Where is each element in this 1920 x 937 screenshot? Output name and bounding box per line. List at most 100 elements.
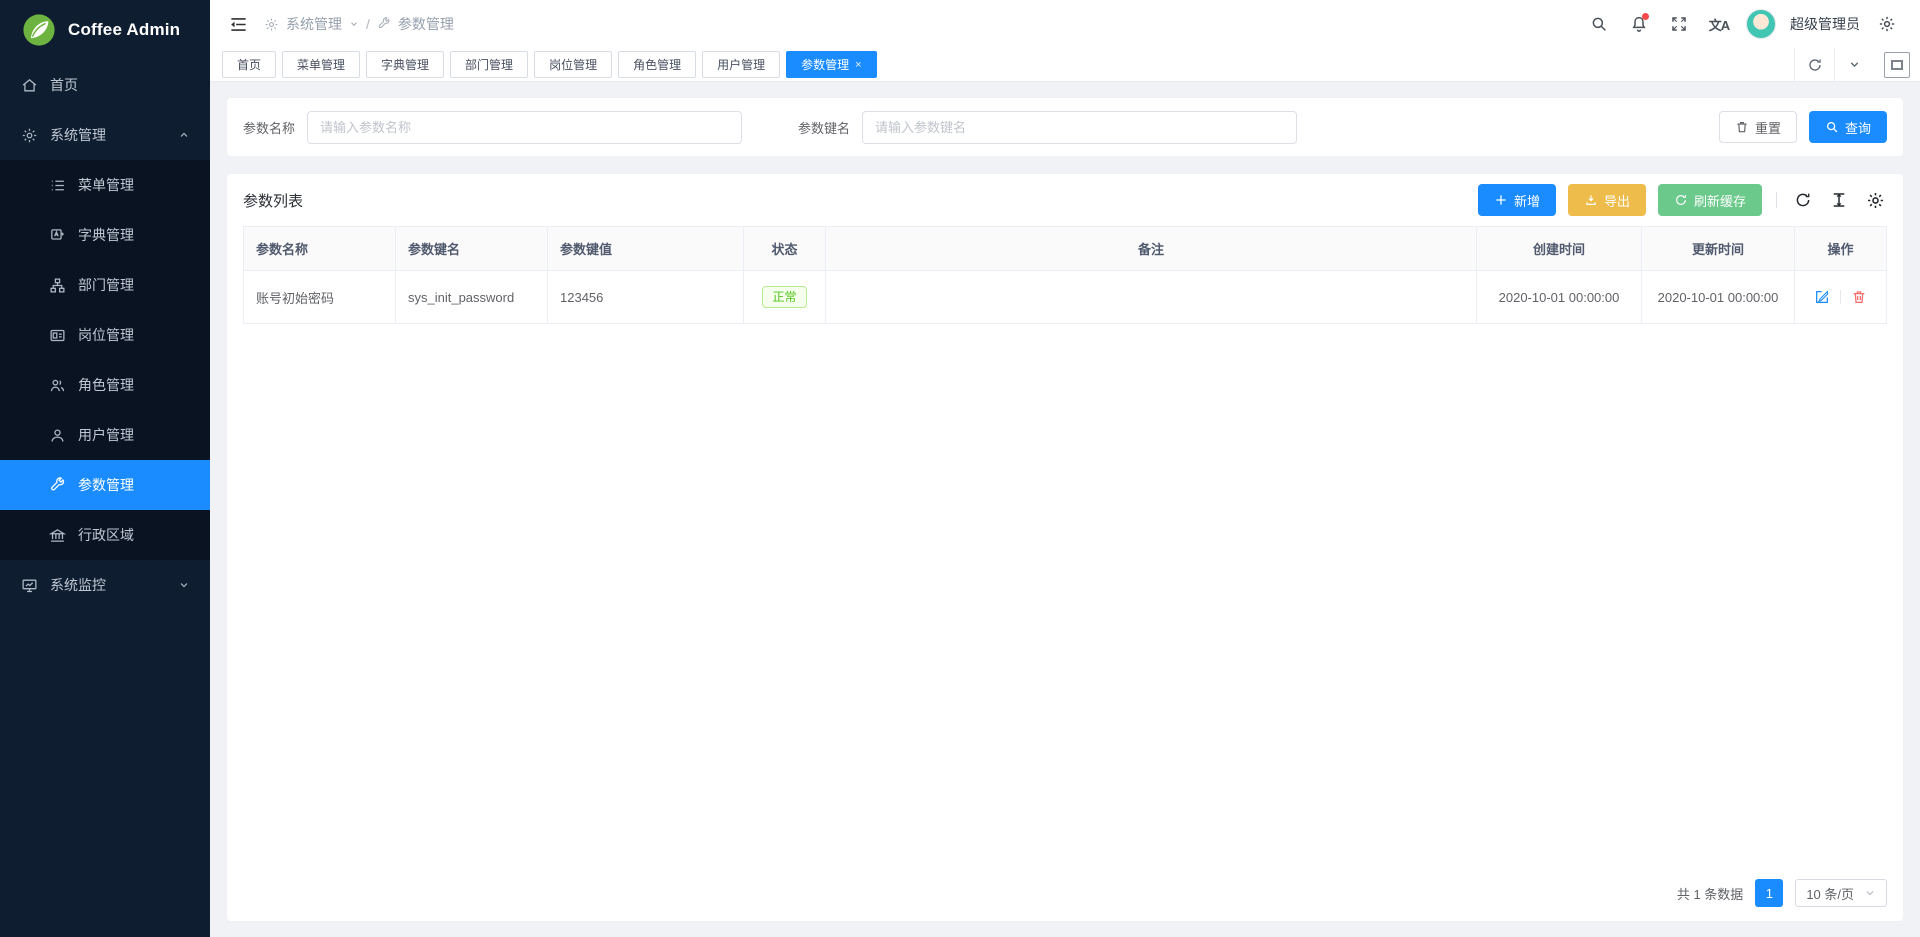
- column-settings-gear-icon[interactable]: [1863, 188, 1887, 212]
- sidebar: Coffee Admin 首页 系统管理: [0, 0, 210, 937]
- sidebar-item-menu-management[interactable]: 菜单管理: [0, 160, 210, 210]
- org-tree-icon: [48, 276, 66, 294]
- card-title: 参数列表: [243, 190, 303, 211]
- edit-icon[interactable]: [1814, 289, 1830, 305]
- gear-icon[interactable]: [1870, 7, 1904, 41]
- close-icon[interactable]: ×: [855, 59, 861, 71]
- query-button[interactable]: 查询: [1809, 111, 1887, 143]
- export-label: 导出: [1604, 191, 1630, 210]
- sidebar-item-user-management[interactable]: 用户管理: [0, 410, 210, 460]
- param-name-field: 参数名称: [243, 111, 742, 144]
- gear-icon: [264, 17, 279, 32]
- query-label: 查询: [1845, 118, 1871, 137]
- translate-icon[interactable]: 文A: [1702, 7, 1736, 41]
- sidebar-item-label: 角色管理: [78, 375, 134, 395]
- sidebar-item-admin-region[interactable]: 行政区域: [0, 510, 210, 560]
- id-card-icon: [48, 326, 66, 344]
- search-actions: 重置 查询: [1719, 111, 1887, 143]
- maximize-content-icon[interactable]: [1884, 52, 1910, 78]
- sidebar-item-label: 岗位管理: [78, 325, 134, 345]
- tab-menu-management[interactable]: 菜单管理: [282, 51, 360, 78]
- refresh-cache-button[interactable]: 刷新缓存: [1658, 184, 1762, 216]
- param-key-field: 参数键名: [798, 111, 1297, 144]
- tab-home[interactable]: 首页: [222, 51, 276, 78]
- refresh-tab-icon[interactable]: [1794, 48, 1834, 81]
- chevron-up-icon: [178, 129, 190, 141]
- gear-icon: [20, 126, 38, 144]
- wrench-icon: [48, 476, 66, 494]
- pagination: 共 1 条数据 1 10 条/页: [1677, 879, 1887, 907]
- tab-label: 字典管理: [381, 56, 429, 73]
- sidebar-item-param-management[interactable]: 参数管理: [0, 460, 210, 510]
- sidebar-item-system-monitor[interactable]: 系统监控: [0, 560, 210, 610]
- col-header-update-time: 更新时间: [1642, 227, 1795, 271]
- export-button[interactable]: 导出: [1568, 184, 1646, 216]
- tab-user-management[interactable]: 用户管理: [702, 51, 780, 78]
- param-key-input[interactable]: [862, 111, 1297, 144]
- reset-button[interactable]: 重置: [1719, 111, 1797, 143]
- cell-actions: [1795, 271, 1887, 324]
- app-logo[interactable]: Coffee Admin: [0, 0, 210, 60]
- refresh-table-icon[interactable]: [1791, 188, 1815, 212]
- sidebar-item-system-management[interactable]: 系统管理: [0, 110, 210, 160]
- sidebar-item-dict-management[interactable]: 字典管理: [0, 210, 210, 260]
- sidebar-item-dept-management[interactable]: 部门管理: [0, 260, 210, 310]
- dictionary-icon: [48, 226, 66, 244]
- collapse-sidebar-icon[interactable]: [222, 8, 254, 40]
- menu-list-icon: [48, 176, 66, 194]
- chevron-down-icon: [178, 579, 190, 591]
- tab-dept-management[interactable]: 部门管理: [450, 51, 528, 78]
- col-header-param-key: 参数键名: [396, 227, 548, 271]
- col-header-param-value: 参数键值: [548, 227, 744, 271]
- toolbar-divider: [1776, 192, 1777, 208]
- download-icon: [1584, 193, 1598, 207]
- breadcrumb-separator: /: [366, 16, 370, 32]
- page-size-select[interactable]: 10 条/页: [1795, 879, 1887, 907]
- tab-options-chevron-icon[interactable]: [1834, 48, 1874, 81]
- param-list-card: 参数列表 新增 导出 刷新缓存: [227, 174, 1903, 921]
- bank-icon: [48, 526, 66, 544]
- notification-badge: [1642, 13, 1649, 20]
- wrench-icon: [377, 17, 391, 31]
- user-name[interactable]: 超级管理员: [1790, 14, 1860, 34]
- tab-role-management[interactable]: 角色管理: [618, 51, 696, 78]
- page-size-value: 10 条/页: [1806, 884, 1854, 903]
- tab-label: 菜单管理: [297, 56, 345, 73]
- app-root: Coffee Admin 首页 系统管理: [0, 0, 1920, 937]
- chevron-down-icon: [349, 19, 359, 29]
- tab-label: 参数管理: [801, 56, 849, 73]
- cell-remark: [826, 271, 1477, 324]
- breadcrumb-level1[interactable]: 系统管理: [286, 14, 342, 34]
- param-name-label: 参数名称: [243, 118, 295, 137]
- bell-icon[interactable]: [1622, 7, 1656, 41]
- cell-status: 正常: [744, 271, 826, 324]
- sidebar-item-label: 首页: [50, 75, 78, 95]
- trash-icon[interactable]: [1851, 289, 1867, 305]
- col-header-create-time: 创建时间: [1477, 227, 1642, 271]
- tab-label: 用户管理: [717, 56, 765, 73]
- page-1-button[interactable]: 1: [1755, 879, 1783, 907]
- app-title: Coffee Admin: [68, 20, 180, 40]
- card-toolbar: 新增 导出 刷新缓存: [1478, 184, 1887, 216]
- tab-param-management[interactable]: 参数管理 ×: [786, 51, 876, 78]
- tab-dict-management[interactable]: 字典管理: [366, 51, 444, 78]
- status-badge: 正常: [762, 286, 806, 308]
- param-name-input[interactable]: [307, 111, 742, 144]
- sidebar-menu: 首页 系统管理 菜单管理: [0, 60, 210, 937]
- sidebar-item-label: 字典管理: [78, 225, 134, 245]
- sidebar-item-label: 菜单管理: [78, 175, 134, 195]
- sidebar-item-role-management[interactable]: 角色管理: [0, 360, 210, 410]
- cell-param-key: sys_init_password: [396, 271, 548, 324]
- tab-post-management[interactable]: 岗位管理: [534, 51, 612, 78]
- page-content: 参数名称 参数键名 重置 查询: [210, 82, 1920, 937]
- fullscreen-icon[interactable]: [1662, 7, 1696, 41]
- breadcrumb-level2: 参数管理: [398, 14, 454, 34]
- text-height-icon[interactable]: [1827, 188, 1851, 212]
- sidebar-item-home[interactable]: 首页: [0, 60, 210, 110]
- top-header: 系统管理 / 参数管理 文A: [210, 0, 1920, 48]
- tab-label: 岗位管理: [549, 56, 597, 73]
- sidebar-item-post-management[interactable]: 岗位管理: [0, 310, 210, 360]
- add-button[interactable]: 新增: [1478, 184, 1556, 216]
- avatar[interactable]: [1746, 9, 1776, 39]
- search-icon[interactable]: [1582, 7, 1616, 41]
